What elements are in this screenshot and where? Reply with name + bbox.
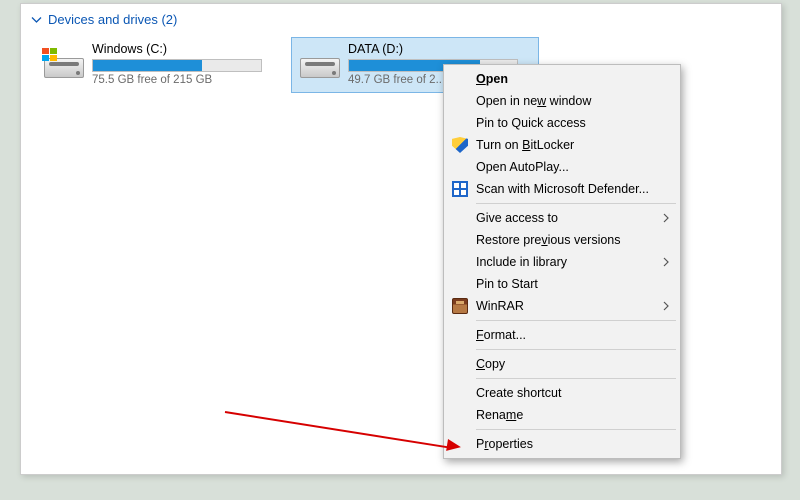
section-title: Devices and drives (2) (48, 12, 177, 27)
menu-label: Give access to (476, 211, 558, 225)
menu-label: Copy (476, 357, 505, 371)
menu-label: Pin to Start (476, 277, 538, 291)
drive-free-text: 75.5 GB free of 215 GB (92, 74, 276, 86)
menu-item-pin-to-start[interactable]: Pin to Start (446, 273, 678, 295)
chevron-right-icon (662, 301, 670, 311)
drive-0[interactable]: Windows (C:) 75.5 GB free of 215 GB (35, 37, 283, 93)
drive-icon (42, 44, 84, 86)
menu-item-pin-to-quick-access[interactable]: Pin to Quick access (446, 112, 678, 134)
menu-item-format[interactable]: Format... (446, 324, 678, 346)
menu-label: Open in new window (476, 94, 591, 108)
menu-item-open-autoplay[interactable]: Open AutoPlay... (446, 156, 678, 178)
drive-title: Windows (C:) (92, 42, 276, 56)
chevron-right-icon (662, 257, 670, 267)
menu-label: Include in library (476, 255, 567, 269)
menu-item-winrar[interactable]: WinRAR (446, 295, 678, 317)
winrar-icon (452, 298, 468, 314)
menu-label: Properties (476, 437, 533, 451)
menu-item-properties[interactable]: Properties (446, 433, 678, 455)
menu-item-turn-on-bitlocker[interactable]: Turn on BitLocker (446, 134, 678, 156)
drive-title: DATA (D:) (348, 42, 532, 56)
menu-item-rename[interactable]: Rename (446, 404, 678, 426)
menu-item-restore-previous-versions[interactable]: Restore previous versions (446, 229, 678, 251)
context-menu: Open Open in new window Pin to Quick acces… (443, 64, 681, 459)
menu-item-open[interactable]: Open (446, 68, 678, 90)
menu-separator (476, 320, 676, 321)
menu-label: Turn on BitLocker (476, 138, 574, 152)
drive-usage-bar (92, 59, 262, 72)
section-header-devices[interactable]: Devices and drives (2) (21, 4, 781, 31)
menu-label: Format... (476, 328, 526, 342)
menu-label: WinRAR (476, 299, 524, 313)
drive-icon (298, 44, 340, 86)
menu-label: Pin to Quick access (476, 116, 586, 130)
menu-item-include-in-library[interactable]: Include in library (446, 251, 678, 273)
menu-item-scan-with-microsoft-defender[interactable]: Scan with Microsoft Defender... (446, 178, 678, 200)
chevron-down-icon (31, 14, 42, 25)
defender-icon (452, 181, 468, 197)
menu-separator (476, 429, 676, 430)
menu-separator (476, 378, 676, 379)
menu-label: Rename (476, 408, 523, 422)
menu-item-create-shortcut[interactable]: Create shortcut (446, 382, 678, 404)
windows-flag-icon (42, 48, 58, 62)
shield-icon (452, 137, 468, 153)
menu-separator (476, 203, 676, 204)
menu-separator (476, 349, 676, 350)
menu-item-give-access-to[interactable]: Give access to (446, 207, 678, 229)
menu-item-copy[interactable]: Copy (446, 353, 678, 375)
menu-label: Restore previous versions (476, 233, 621, 247)
menu-label: Create shortcut (476, 386, 561, 400)
menu-label: Scan with Microsoft Defender... (476, 182, 649, 196)
menu-label: Open AutoPlay... (476, 160, 569, 174)
chevron-right-icon (662, 213, 670, 223)
menu-label: Open (476, 72, 508, 86)
menu-item-open-in-new-window[interactable]: Open in new window (446, 90, 678, 112)
